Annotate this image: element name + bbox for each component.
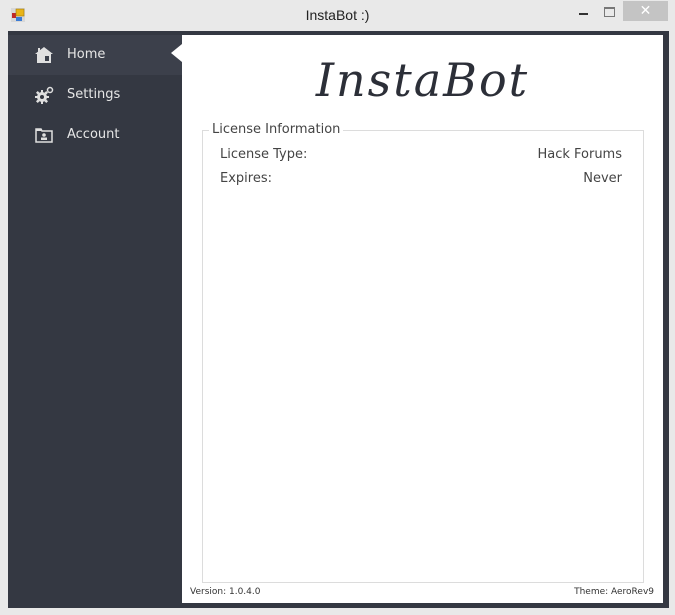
main-content: InstaBot License Information License Typ… [182,35,663,603]
expires-label: Expires: [220,171,272,186]
account-folder-icon [35,128,53,143]
gears-icon [35,86,54,104]
home-icon [35,47,53,63]
sidebar-item-account[interactable]: Account [8,115,182,155]
maximize-button[interactable] [597,0,623,21]
sidebar-item-label: Settings [67,87,121,102]
minimize-button[interactable] [570,0,597,21]
license-type-value: Hack Forums [537,147,622,162]
version-label: Version: 1.0.4.0 [190,587,261,597]
sidebar-item-home[interactable]: Home [8,35,182,75]
license-type-label: License Type: [220,147,308,162]
title-bar: InstaBot :) ✕ [0,0,675,31]
app-logo: InstaBot [315,53,530,107]
sidebar: Home Settings Account [8,35,182,155]
expires-value: Never [583,171,622,186]
active-indicator [171,44,182,62]
license-groupbox: License Information License Type: Hack F… [202,122,644,583]
sidebar-item-label: Home [67,47,106,62]
sidebar-item-settings[interactable]: Settings [8,75,182,115]
theme-label: Theme: AeroRev9 [574,587,654,597]
license-groupbox-title: License Information [209,122,344,137]
sidebar-item-label: Account [67,127,120,142]
close-button[interactable]: ✕ [623,1,668,21]
